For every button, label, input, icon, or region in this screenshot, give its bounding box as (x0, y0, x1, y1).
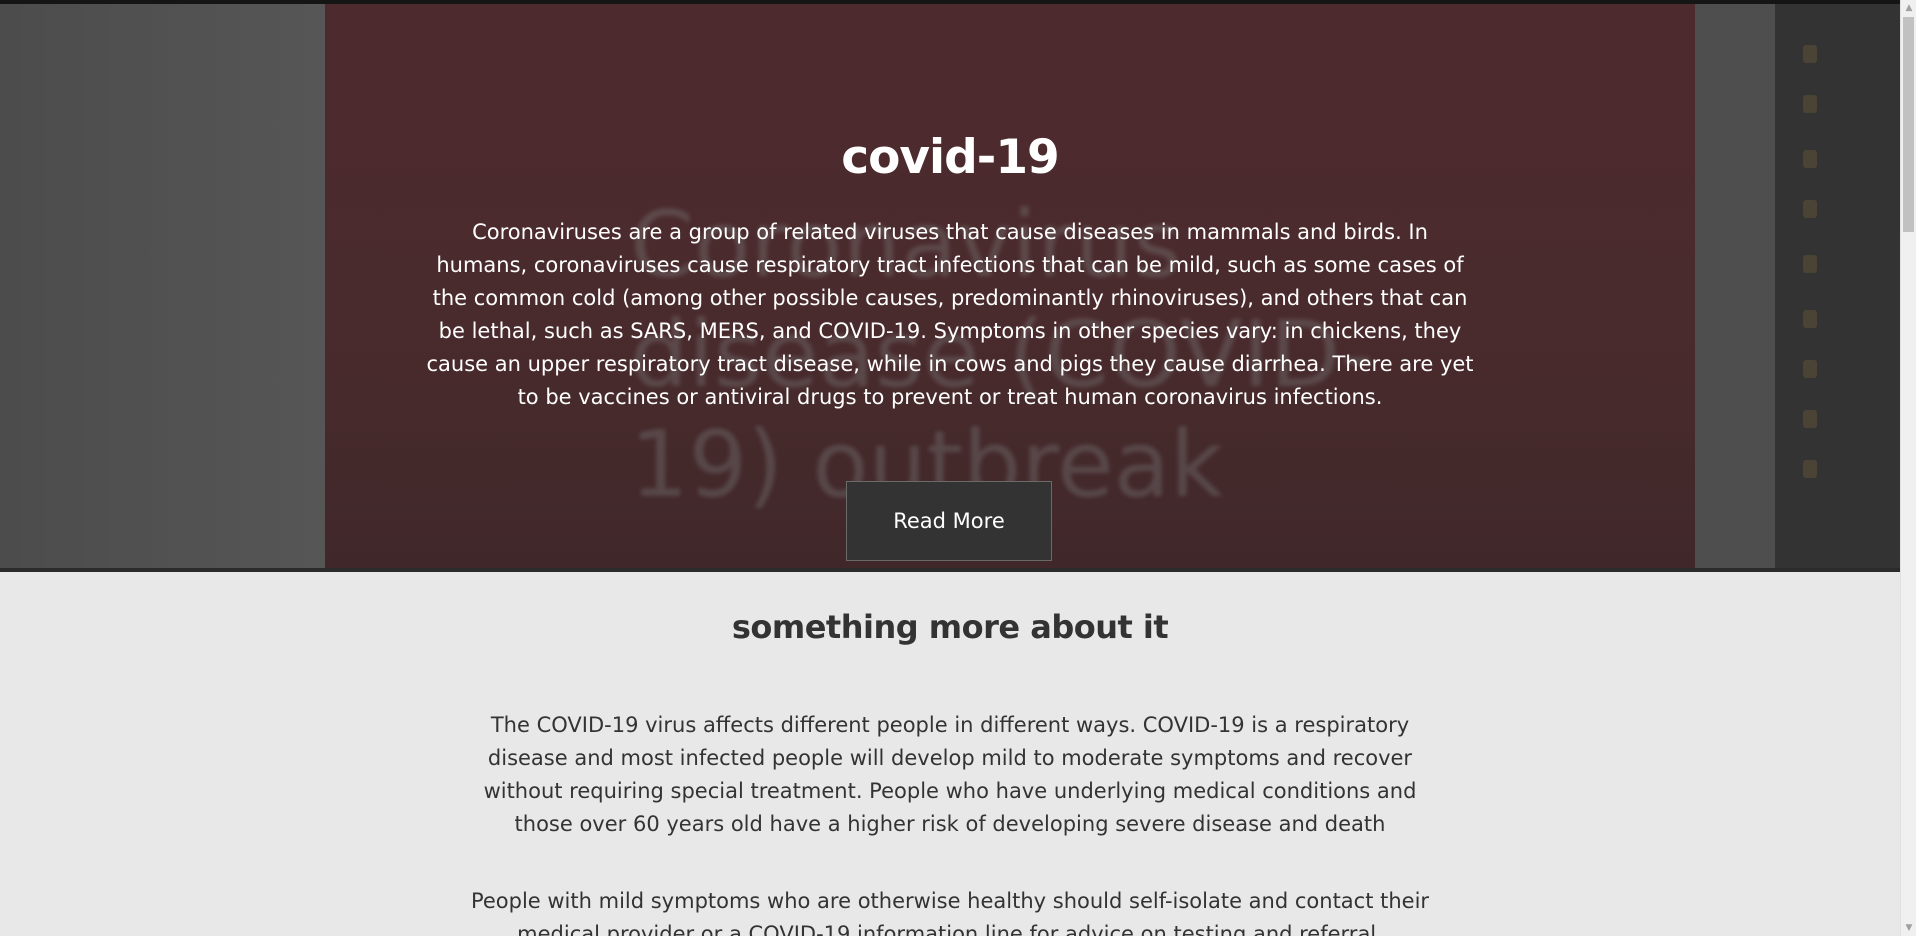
hero-title: covid-19 (841, 130, 1059, 185)
hero-description: Coronaviruses are a group of related vir… (426, 220, 1474, 409)
about-paragraph-1: The COVID-19 virus affects different peo… (483, 713, 1417, 836)
top-border (0, 0, 1900, 4)
vertical-scrollbar[interactable]: ▲ ▼ (1900, 0, 1916, 936)
scroll-up-arrow-icon[interactable]: ▲ (1901, 0, 1916, 16)
page: Coronavirus disease (COVID-19) outbreak … (0, 0, 1916, 936)
hero-banner: Coronavirus disease (COVID-19) outbreak … (0, 0, 1900, 570)
section-title: something more about it (731, 608, 1169, 646)
scrollbar-thumb[interactable] (1903, 17, 1914, 232)
about-paragraph-2: People with mild symptoms who are otherw… (470, 889, 1430, 936)
scroll-down-arrow-icon[interactable]: ▼ (1901, 920, 1916, 936)
read-more-button[interactable]: Read More (846, 481, 1052, 561)
hero-content: covid-19 Coronaviruses are a group of re… (0, 0, 1900, 570)
about-section: something more about it The COVID-19 vir… (0, 572, 1900, 936)
